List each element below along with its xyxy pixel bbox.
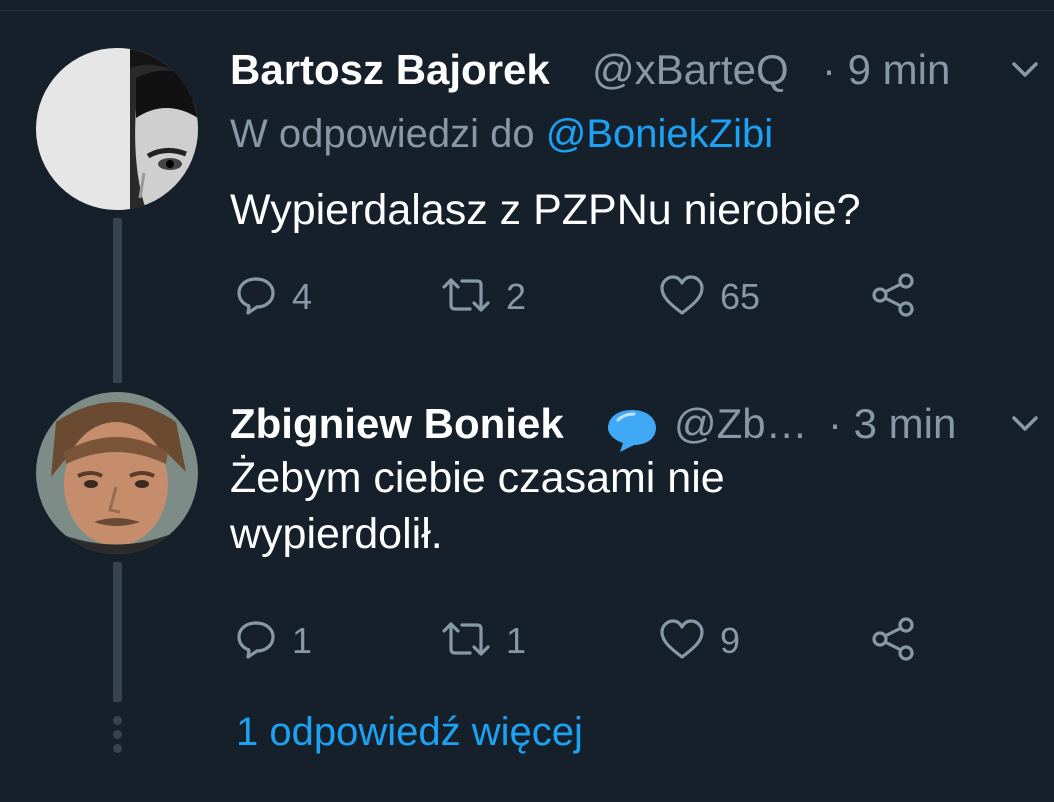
heart-icon: [658, 273, 706, 322]
author-name[interactable]: Bartosz Bajorek: [230, 46, 550, 94]
avatar[interactable]: [36, 48, 198, 210]
author-name[interactable]: Zbigniew Boniek: [230, 400, 564, 448]
reply-prefix: W odpowiedzi do: [230, 112, 546, 156]
tweet-text-line: Żebym ciebie czasami nie: [230, 454, 725, 502]
share-button[interactable]: [870, 616, 918, 666]
more-replies-dots: [113, 716, 122, 758]
tweet-actions: 1 1 9: [234, 616, 954, 666]
thread-line: [113, 562, 122, 702]
like-count: 65: [720, 276, 761, 317]
tweet-text-line: wypierdolił.: [230, 510, 443, 558]
reply-mention-link[interactable]: @BoniekZibi: [546, 112, 773, 156]
reply-icon: [234, 617, 278, 666]
chevron-down-icon[interactable]: [1010, 54, 1040, 89]
reply-icon: [234, 273, 278, 322]
tweet[interactable]: Zbigniew Boniek @Zb… · 3 min Żebym ciebi…: [0, 390, 1054, 710]
reply-context: W odpowiedzi do @BoniekZibi: [230, 112, 773, 157]
author-handle[interactable]: @Zb…: [674, 400, 808, 448]
tweet-header: Bartosz Bajorek @xBarteQ · 9 min: [230, 46, 1038, 106]
retweet-icon: [440, 617, 492, 666]
thread-line: [113, 218, 122, 383]
chevron-down-icon[interactable]: [1010, 408, 1040, 443]
tweet-text: Żebym ciebie czasami nie wypierdolił.: [230, 450, 930, 562]
reply-button[interactable]: 4: [234, 272, 312, 322]
retweet-count: 1: [506, 620, 527, 661]
more-replies-link[interactable]: 1 odpowiedź więcej: [236, 710, 583, 755]
tweet-time[interactable]: · 3 min: [828, 400, 956, 448]
like-button[interactable]: 65: [658, 272, 760, 322]
tweet-time[interactable]: · 9 min: [822, 46, 950, 94]
retweet-icon: [440, 273, 492, 322]
like-count: 9: [720, 620, 741, 661]
retweet-count: 2: [506, 276, 527, 317]
avatar[interactable]: [36, 392, 198, 554]
reply-button[interactable]: 1: [234, 616, 312, 666]
tweet-text: Wypierdalasz z PZPNu nierobie?: [230, 186, 861, 234]
like-button[interactable]: 9: [658, 616, 740, 666]
heart-icon: [658, 617, 706, 666]
tweet[interactable]: Bartosz Bajorek @xBarteQ · 9 min W odpow…: [0, 40, 1054, 390]
retweet-button[interactable]: 2: [440, 272, 526, 322]
top-divider: [0, 10, 1054, 11]
share-icon: [870, 615, 918, 668]
reply-count: 1: [292, 620, 313, 661]
share-button[interactable]: [870, 272, 918, 322]
share-icon: [870, 271, 918, 324]
retweet-button[interactable]: 1: [440, 616, 526, 666]
reply-count: 4: [292, 276, 313, 317]
author-handle[interactable]: @xBarteQ: [592, 46, 789, 94]
tweet-actions: 4 2 65: [234, 272, 954, 322]
